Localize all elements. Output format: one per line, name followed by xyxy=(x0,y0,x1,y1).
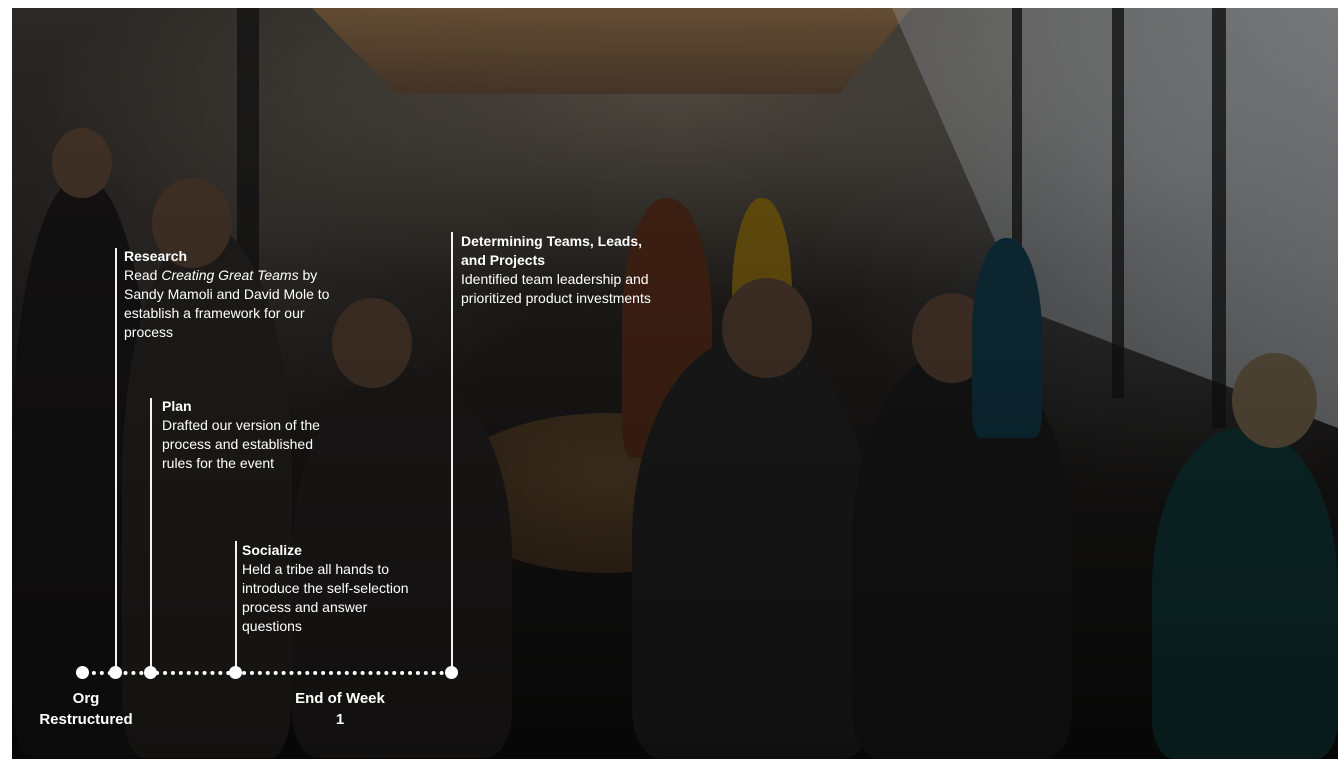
timeline-start-marker xyxy=(76,666,89,679)
timeline-axis xyxy=(84,671,452,675)
timeline-research-marker xyxy=(109,666,122,679)
event-determining-teams: Determining Teams, Leads, and Projects I… xyxy=(461,232,661,308)
event-socialize-heading: Socialize xyxy=(242,542,302,558)
event-research: Research Read Creating Great Teams by Sa… xyxy=(124,247,354,342)
event-research-line xyxy=(115,248,117,673)
event-plan-line xyxy=(150,398,152,673)
event-determining-teams-body: Identified team leadership and prioritiz… xyxy=(461,271,651,306)
timeline-socialize-marker xyxy=(229,666,242,679)
axis-label-end: End of Week 1 xyxy=(295,690,385,728)
slide-background-photo xyxy=(12,8,1338,759)
event-socialize: Socialize Held a tribe all hands to intr… xyxy=(242,541,427,636)
event-determining-teams-heading: Determining Teams, Leads, and Projects xyxy=(461,233,643,268)
event-socialize-body: Held a tribe all hands to introduce the … xyxy=(242,561,409,634)
event-plan-heading: Plan xyxy=(162,398,192,414)
timeline-end-marker xyxy=(445,666,458,679)
timeline-plan-marker xyxy=(144,666,157,679)
book-title: Creating Great Teams xyxy=(161,267,299,283)
event-research-body-start: Read xyxy=(124,267,162,283)
event-research-body: Read Creating Great Teams by Sandy Mamol… xyxy=(124,266,354,342)
axis-label-start: Org Restructured xyxy=(39,690,133,728)
event-plan: Plan Drafted our version of the process … xyxy=(162,397,332,473)
event-determining-teams-line xyxy=(451,232,453,673)
event-socialize-line xyxy=(235,541,237,673)
dark-overlay xyxy=(12,8,1338,759)
event-research-heading: Research xyxy=(124,248,188,264)
event-plan-body: Drafted our version of the process and e… xyxy=(162,417,320,471)
